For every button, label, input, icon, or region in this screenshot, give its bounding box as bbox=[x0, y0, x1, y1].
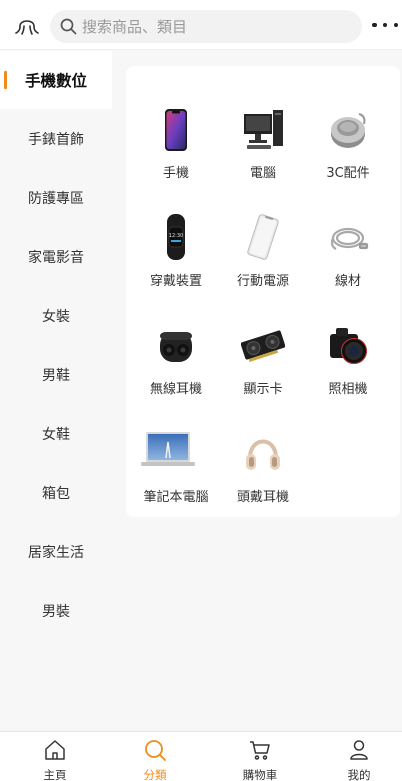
active-indicator bbox=[4, 71, 7, 89]
sidebar-item-mobile-digital[interactable]: 手機數位 bbox=[0, 51, 112, 109]
sidebar-item-protection[interactable]: 防護專區 bbox=[0, 169, 112, 227]
sidebar-item-home-living[interactable]: 居家生活 bbox=[0, 523, 112, 581]
sidebar-item-label: 居家生活 bbox=[28, 545, 84, 561]
category-item-headphones[interactable]: 頭戴耳機 bbox=[221, 428, 305, 528]
category-label: 手機 bbox=[162, 166, 189, 181]
sidebar-item-label: 女裝 bbox=[42, 309, 70, 325]
user-icon bbox=[350, 740, 368, 760]
desktop-computer-icon bbox=[241, 104, 285, 154]
tab-label: 購物車 bbox=[242, 768, 278, 781]
category-label: 顯示卡 bbox=[243, 382, 283, 397]
category-label: 照相機 bbox=[328, 382, 368, 397]
tab-label: 我的 bbox=[347, 768, 371, 781]
svg-text:12:30: 12:30 bbox=[169, 233, 183, 239]
sidebar-item-label: 男裝 bbox=[42, 604, 70, 620]
category-label: 無線耳機 bbox=[149, 382, 202, 397]
graphics-card-icon bbox=[241, 320, 285, 370]
category-search-icon bbox=[145, 740, 166, 761]
camera-icon bbox=[326, 320, 370, 370]
wireless-earbuds-icon bbox=[154, 320, 198, 370]
sidebar-item-label: 手機數位 bbox=[24, 72, 87, 90]
category-item-wearables[interactable]: 12:30 穿戴裝置 bbox=[134, 212, 218, 312]
search-input[interactable] bbox=[82, 10, 354, 43]
bottom-tab-bar: 主頁 分類 購物車 我的 bbox=[0, 731, 402, 781]
category-item-phones[interactable]: 手機 bbox=[134, 104, 218, 204]
category-item-wireless-earbuds[interactable]: 無線耳機 bbox=[134, 320, 218, 420]
subcategory-panel: 手機 電腦 3C配件 12:30 穿戴裝置 行動電源 線材 無線耳機 顯示卡 照… bbox=[126, 66, 400, 517]
category-label: 筆記本電腦 bbox=[143, 490, 209, 505]
sidebar-item-mens-clothing[interactable]: 男裝 bbox=[0, 582, 112, 640]
search-bar[interactable] bbox=[50, 10, 362, 43]
power-bank-icon bbox=[241, 212, 285, 262]
category-sidebar: 手機數位 手錶首飾 防護專區 家電影音 女裝 男鞋 女鞋 箱包 居家生活 男裝 bbox=[0, 50, 112, 731]
sidebar-item-label: 家電影音 bbox=[28, 250, 84, 266]
tab-label: 主頁 bbox=[43, 768, 67, 781]
category-label: 線材 bbox=[334, 274, 361, 289]
sidebar-item-appliances-av[interactable]: 家電影音 bbox=[0, 228, 112, 286]
category-item-cameras[interactable]: 照相機 bbox=[306, 320, 390, 420]
speaker-accessory-icon bbox=[326, 104, 370, 154]
top-bar bbox=[0, 0, 402, 50]
category-label: 頭戴耳機 bbox=[236, 490, 289, 505]
octopus-menu-icon[interactable] bbox=[14, 13, 40, 37]
category-item-cables[interactable]: 線材 bbox=[306, 212, 390, 312]
sidebar-item-womens-clothing[interactable]: 女裝 bbox=[0, 287, 112, 345]
sidebar-item-label: 防護專區 bbox=[28, 191, 84, 207]
tab-label: 分類 bbox=[143, 768, 167, 781]
cable-icon bbox=[326, 212, 370, 262]
sidebar-item-label: 箱包 bbox=[42, 486, 70, 502]
fitness-band-icon: 12:30 bbox=[154, 212, 198, 262]
sidebar-item-label: 手錶首飾 bbox=[28, 132, 84, 148]
sidebar-item-bags[interactable]: 箱包 bbox=[0, 464, 112, 522]
tab-home[interactable]: 主頁 bbox=[5, 732, 105, 781]
sidebar-item-watches-jewelry[interactable]: 手錶首飾 bbox=[0, 110, 112, 168]
cart-icon bbox=[250, 741, 270, 760]
tab-me[interactable]: 我的 bbox=[309, 732, 402, 781]
category-item-graphics-cards[interactable]: 顯示卡 bbox=[221, 320, 305, 420]
tab-cart[interactable]: 購物車 bbox=[210, 732, 310, 781]
category-item-computers[interactable]: 電腦 bbox=[221, 104, 305, 204]
sidebar-item-mens-shoes[interactable]: 男鞋 bbox=[0, 346, 112, 404]
category-label: 3C配件 bbox=[326, 166, 370, 181]
category-content: 手機 電腦 3C配件 12:30 穿戴裝置 行動電源 線材 無線耳機 顯示卡 照… bbox=[112, 50, 402, 731]
sidebar-item-womens-shoes[interactable]: 女鞋 bbox=[0, 405, 112, 463]
category-label: 行動電源 bbox=[236, 274, 289, 289]
category-label: 電腦 bbox=[249, 166, 276, 181]
tab-category[interactable]: 分類 bbox=[105, 732, 205, 781]
headphones-icon bbox=[241, 428, 285, 478]
search-icon bbox=[60, 18, 77, 35]
category-label: 穿戴裝置 bbox=[149, 274, 202, 289]
home-icon bbox=[45, 740, 65, 760]
more-dots-icon[interactable] bbox=[372, 18, 398, 32]
sidebar-item-label: 男鞋 bbox=[42, 368, 70, 384]
category-item-power-banks[interactable]: 行動電源 bbox=[221, 212, 305, 312]
laptop-icon bbox=[141, 428, 198, 478]
category-item-3c-accessories[interactable]: 3C配件 bbox=[306, 104, 390, 204]
smartphone-icon bbox=[154, 104, 198, 154]
sidebar-item-label: 女鞋 bbox=[42, 427, 70, 443]
category-item-laptops[interactable]: 筆記本電腦 bbox=[134, 428, 218, 528]
